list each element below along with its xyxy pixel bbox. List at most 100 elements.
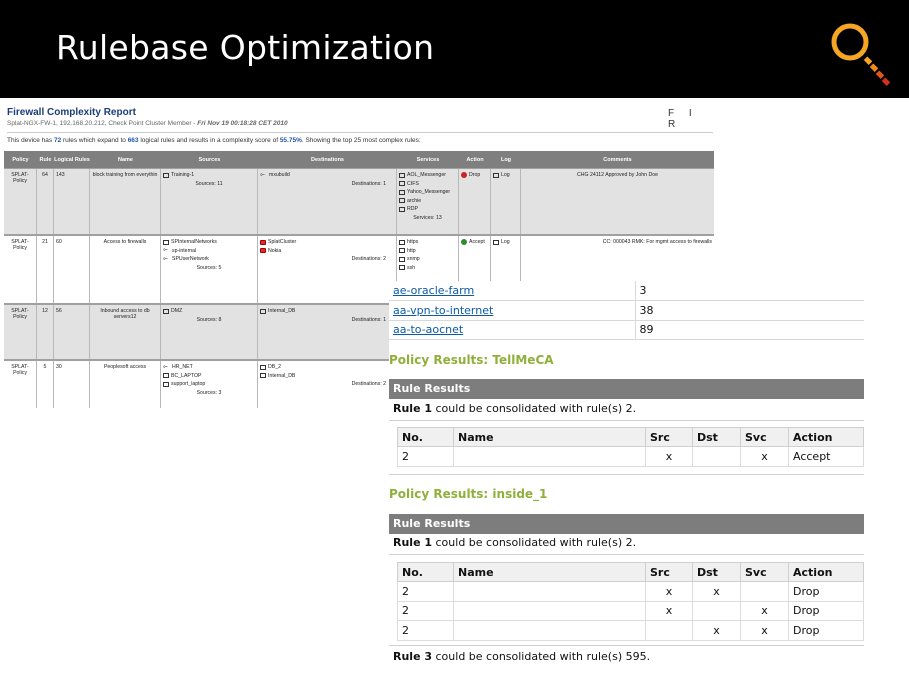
log-entry: Log <box>493 239 518 245</box>
score-row: aa-vpn-to-internet 38 <box>389 300 864 321</box>
row-destinations: DB_2 Internal_DB Destinations: 2 <box>258 361 397 408</box>
host-icon <box>260 373 266 379</box>
col-action: Action <box>466 156 484 163</box>
section-divider <box>389 474 864 475</box>
source-label: SPInternalNetworks <box>171 239 217 245</box>
service-label: https <box>407 239 419 245</box>
action-label: Drop <box>469 172 481 178</box>
cell-no: 2 <box>397 600 454 621</box>
row-logical: 30 <box>54 361 90 408</box>
destinations-count: Destinations: 2 <box>351 381 386 388</box>
row-name: block training from everythin <box>90 169 161 234</box>
section-divider <box>389 554 864 555</box>
title-banner: Rulebase Optimization <box>0 0 909 98</box>
col-log: Log <box>500 156 512 163</box>
source-entry: ⟜ SPUserNetwork <box>163 256 255 262</box>
col-comments: Comments <box>603 156 632 163</box>
service-label: ssh <box>407 264 416 271</box>
cell-src: x <box>645 600 693 621</box>
sources-count: Sources: 11 <box>195 180 223 187</box>
cell-no: 2 <box>397 620 454 641</box>
destination-entry: Internal_DB <box>260 373 394 379</box>
cell-name <box>453 620 646 641</box>
service-entry: Yahoo_Messenger <box>399 189 456 195</box>
rule-link[interactable]: aa-vpn-to-internet <box>389 300 636 321</box>
row-destinations: Internal_DB Destinations: 1 <box>258 305 397 359</box>
gateway-icon <box>260 248 266 254</box>
rule-results-bar: Rule Results <box>389 379 864 399</box>
source-label: support_laptop <box>171 381 206 388</box>
row-policy: SPLAT-Policy <box>4 305 37 359</box>
col-action: Action <box>788 562 864 582</box>
action-entry: Drop <box>461 172 488 179</box>
cell-action: Drop <box>788 581 864 602</box>
cell-name <box>453 446 646 467</box>
report-title: Firewall Complexity Report <box>7 107 136 118</box>
summary-text: rules which expand to <box>61 137 128 144</box>
cell-no: 2 <box>397 581 454 602</box>
report-row[interactable]: SPLAT-Policy 64 143 block training from … <box>4 168 714 235</box>
col-name: Name <box>118 156 133 163</box>
cell-svc: x <box>740 600 789 621</box>
col-name: Name <box>453 427 646 447</box>
service-entry: ssh <box>399 265 456 271</box>
destinations-count: Destinations: 1 <box>351 180 386 187</box>
service-entry: CIFS <box>399 181 456 187</box>
col-logical-rules: Logical Rules <box>54 156 90 163</box>
policy-results-panel: ae-oracle-farm 3 aa-vpn-to-internet 38 a… <box>389 281 864 672</box>
service-entry: https <box>399 239 456 245</box>
service-label: RDP <box>407 206 418 213</box>
source-entry: SPInternalNetworks <box>163 239 255 245</box>
consolidation-text: could be consolidated with rule(s) 2. <box>432 536 637 549</box>
col-destinations: Destinations <box>310 156 344 163</box>
row-sources: ⟜ HR_NET BC_LAPTOP support_laptop Sources… <box>161 361 258 408</box>
cell-src: x <box>645 446 693 467</box>
row-rule: 21 <box>37 236 54 303</box>
destination-label: Nokia <box>268 247 282 254</box>
rule-link[interactable]: aa-to-aocnet <box>389 320 636 340</box>
summary-text: logical rules and results in a complexit… <box>138 137 280 144</box>
table-header-row: No. Name Src Dst Svc Action <box>397 562 864 582</box>
report-subtitle: Splat-NGX-FW-1, 192.168.20.212, Check Po… <box>7 120 288 127</box>
laptop-icon <box>163 373 169 379</box>
cell-dst <box>692 446 741 467</box>
row-logical: 56 <box>54 305 90 359</box>
service-icon <box>399 172 405 178</box>
col-svc: Svc <box>740 562 789 582</box>
source-label: Training-1 <box>171 172 195 178</box>
source-entry: DMZ <box>163 308 255 314</box>
service-label: CIFS <box>407 180 419 187</box>
cell-name <box>453 581 646 602</box>
source-label: BC_LAPTOP <box>171 372 202 379</box>
rule-link[interactable]: ae-oracle-farm <box>389 281 636 301</box>
cell-name <box>453 600 646 621</box>
service-icon <box>399 189 405 195</box>
table-row: 2 x x Drop <box>397 581 864 602</box>
col-policy: Policy <box>12 156 29 163</box>
magnifier-icon <box>831 23 891 86</box>
log-label: Log <box>501 239 510 245</box>
report-format-links[interactable]: F I R <box>668 108 714 130</box>
cell-src <box>645 620 693 641</box>
consolidation-text: could be consolidated with rule(s) 2. <box>432 402 637 415</box>
destination-label: SplatCluster <box>268 239 297 245</box>
log-icon <box>493 239 499 245</box>
cell-no: 2 <box>397 446 454 467</box>
consolidation-text: could be consolidated with rule(s) 595. <box>432 650 651 663</box>
rule-score: 89 <box>635 320 864 340</box>
summary-text: This device has <box>7 137 54 144</box>
table-row: 2 x x Drop <box>397 620 864 641</box>
slide-title: Rulebase Optimization <box>56 28 435 67</box>
source-label: SPUserNetwork <box>172 256 209 263</box>
source-label: sp-internal <box>172 247 197 254</box>
score-row: ae-oracle-farm 3 <box>389 281 864 301</box>
network-icon: ⟜ <box>260 171 265 178</box>
cell-dst <box>692 600 741 621</box>
source-label: DMZ <box>171 308 183 314</box>
service-label: Yahoo_Messenger <box>407 189 451 196</box>
row-name: Access to firewalls <box>90 236 161 303</box>
service-entry: snmp <box>399 256 456 262</box>
host-icon <box>260 308 266 314</box>
table-header-row: No. Name Src Dst Svc Action <box>397 427 864 447</box>
consolidation-rule: Rule 1 <box>393 536 433 549</box>
